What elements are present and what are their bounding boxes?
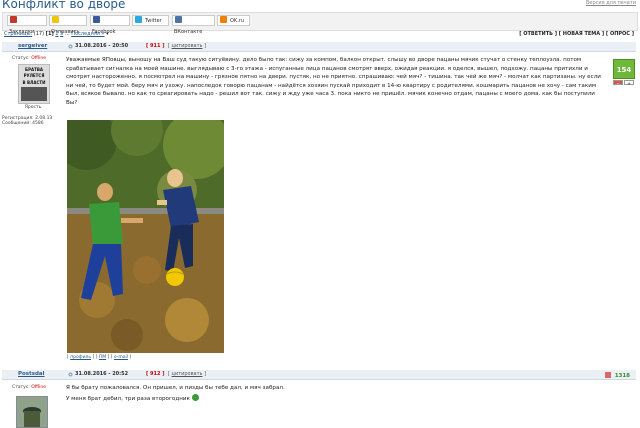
- twitter-label: Twitter: [145, 18, 162, 24]
- print-version-link[interactable]: Версия для печати: [586, 0, 636, 6]
- quote-link[interactable]: цитировать: [172, 43, 203, 49]
- post-author[interactable]: sergeiver: [18, 43, 47, 49]
- status-value: Offline: [31, 56, 46, 61]
- last-page-link[interactable]: Последняя »: [71, 31, 104, 37]
- post-body: Я бы брату пожаловался. Он пришел, и пиз…: [66, 384, 606, 403]
- status-label: Статус:: [12, 385, 30, 390]
- twitter-button[interactable]: Twitter: [132, 15, 169, 26]
- post-date: 31.08.2016 - 20:52: [75, 371, 129, 377]
- new-topic-button[interactable]: [ НОВАЯ ТЕМА ]: [559, 31, 604, 37]
- mail-icon: [52, 16, 59, 23]
- reply-button[interactable]: [ ОТВЕТИТЬ ]: [519, 31, 557, 37]
- post-line: Я бы брату пожаловался. Он пришел, и пиз…: [66, 385, 285, 391]
- avatar-figure: [21, 87, 47, 101]
- post-header: Postsdal 31.08.2016 - 20:52 [ 912 ] [ ци…: [2, 370, 636, 380]
- facebook-button[interactable]: Facebook: [90, 15, 130, 35]
- avatar[interactable]: [16, 396, 48, 428]
- ok-icon: [220, 16, 227, 23]
- ok-button[interactable]: OK.ru: [217, 15, 250, 26]
- ok-label: OK.ru: [230, 18, 245, 24]
- post-date: 31.08.2016 - 20:50: [75, 43, 129, 49]
- send-button[interactable]: Отправить: [49, 15, 87, 35]
- quote-link[interactable]: цитировать: [172, 371, 203, 377]
- quote-control: [ цитировать ]: [168, 43, 207, 49]
- smiley-icon: [191, 393, 199, 401]
- vk-label: ВКонтакте: [174, 29, 203, 35]
- avatar-text-top: БРАТВА: [25, 67, 43, 72]
- page-3-link[interactable]: 3: [60, 31, 63, 37]
- author-panel: Статус: Offline: [2, 385, 62, 390]
- poll-button[interactable]: [ ОПРОС ]: [606, 31, 634, 37]
- rating-minus-button[interactable]: −: [613, 80, 623, 86]
- page-2-link[interactable]: 2: [55, 31, 58, 37]
- post-link-icon[interactable]: [68, 44, 73, 49]
- rating-icon: [604, 372, 611, 378]
- topic-actions: [ ОТВЕТИТЬ ] [ НОВАЯ ТЕМА ] [ ОПРОС ]: [519, 31, 634, 37]
- facebook-icon: [93, 16, 100, 23]
- page-title: Конфликт во дворе: [2, 0, 126, 11]
- post-line-2: У меня брат дебил, три раза второгодник: [66, 393, 606, 404]
- email-link[interactable]: e-mail: [114, 355, 128, 360]
- pager-dropdown-icon[interactable]: ▾: [106, 31, 109, 37]
- avatar-text-bottom: В ВЛАСТИ: [22, 80, 46, 85]
- post-number[interactable]: [ 911 ]: [146, 43, 165, 49]
- profile-link[interactable]: профиль: [70, 355, 91, 360]
- post-line-text: У меня брат дебил, три раза второгодник: [66, 395, 190, 402]
- vk-button[interactable]: ВКонтакте: [172, 15, 215, 35]
- rating-plus-button[interactable]: +: [624, 80, 634, 86]
- avatar-caption: Ярость: [24, 105, 42, 110]
- avatar-text-mid: РУЛЕТСЯ: [23, 73, 45, 78]
- pagination: Страницы: (17) [1] 2 3 ... Последняя » ▾: [4, 31, 109, 37]
- post-footer: [ профиль ] [ ПМ ] [ e-mail ]: [67, 355, 132, 360]
- bookmarks-button[interactable]: Закладки: [7, 15, 47, 35]
- message-count: Сообщений: 4586: [2, 121, 44, 126]
- post-rating: 1318: [604, 372, 630, 379]
- post-number[interactable]: [ 912 ]: [146, 371, 165, 377]
- share-bar: Закладки Отправить Facebook Twitter ВКон…: [2, 12, 638, 35]
- quote-control: [ цитировать ]: [168, 371, 207, 377]
- post-link-icon[interactable]: [68, 372, 73, 377]
- pages-link[interactable]: Страницы:: [4, 31, 32, 37]
- pages-ellipsis: ...: [64, 31, 70, 37]
- pages-count: (17): [33, 31, 45, 37]
- status-label: Статус:: [12, 56, 30, 61]
- rating-value: 1318: [614, 373, 630, 379]
- twitter-icon: [135, 16, 142, 23]
- rating-value: 154: [613, 59, 635, 79]
- post-header: sergeiver 31.08.2016 - 20:50 [ 911 ] [ ц…: [2, 42, 636, 52]
- post-body: Уважаемые ЯПовцы, выношу на Ваш суд таку…: [66, 57, 601, 106]
- author-panel: Статус: Offline БРАТВА РУЛЕТСЯ В ВЛАСТИ …: [2, 56, 62, 126]
- status-value: Offline: [31, 385, 46, 390]
- pm-link[interactable]: ПМ: [99, 355, 106, 360]
- bookmarks-icon: [10, 16, 17, 23]
- vk-icon: [175, 16, 182, 23]
- post-photo[interactable]: [67, 120, 224, 353]
- post-author[interactable]: Postsdal: [18, 371, 45, 377]
- avatar[interactable]: БРАТВА РУЛЕТСЯ В ВЛАСТИ: [18, 64, 50, 104]
- post-rating: 154 − +: [613, 59, 635, 89]
